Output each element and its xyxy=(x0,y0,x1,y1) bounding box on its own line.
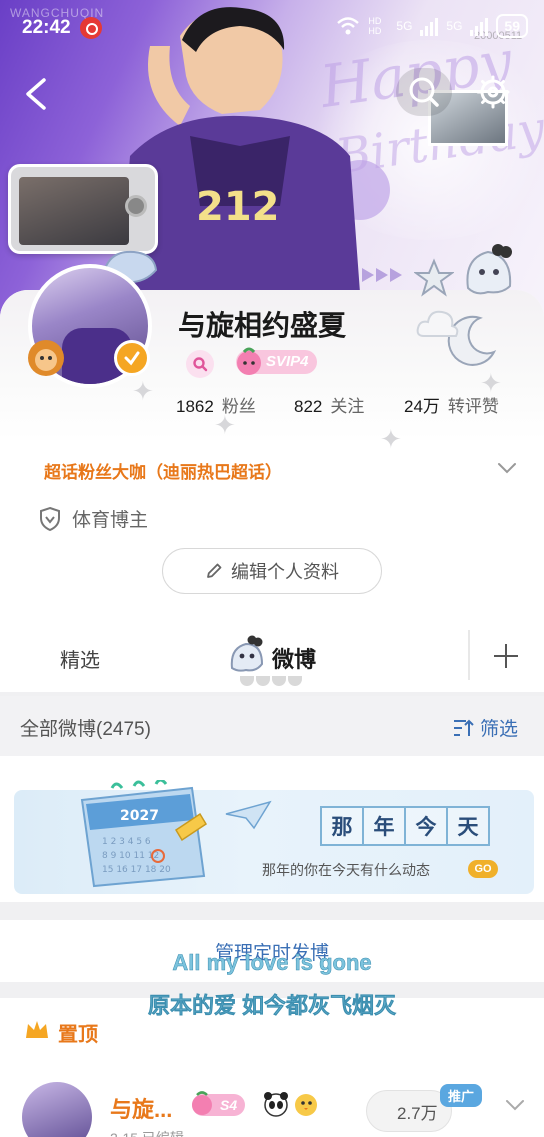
blogger-category: 体育博主 xyxy=(38,505,148,532)
filter-sort-icon xyxy=(454,719,474,736)
promote-tag[interactable]: 推广 xyxy=(440,1084,483,1107)
crown-icon xyxy=(26,1021,48,1038)
svip-fruit-icon xyxy=(192,1091,212,1115)
ghost-sticker-icon xyxy=(466,244,512,295)
back-arrow-icon[interactable] xyxy=(22,76,50,112)
checkmark-icon xyxy=(124,351,140,366)
svg-text:8 9 10 11 12: 8 9 10 11 12 xyxy=(102,851,159,861)
stat-interactions[interactable]: 24万 转评赞 xyxy=(404,392,499,417)
lion-sticker-icon xyxy=(28,340,64,376)
status-time: 22:42 xyxy=(22,17,71,38)
pencil-icon xyxy=(207,563,222,578)
paper-plane-icon xyxy=(225,800,272,830)
jersey-number: 212 xyxy=(196,184,280,230)
filter-button[interactable]: 筛选 xyxy=(452,714,518,741)
search-icon xyxy=(409,77,439,107)
svg-text:15 16 17 18 20: 15 16 17 18 20 xyxy=(102,865,171,875)
stat-followers-label: 粉丝 xyxy=(221,397,256,416)
status-bar: 22:42 HD HD 5G 5G 59 xyxy=(0,0,544,54)
calendar-illustration: 2027 1 2 3 4 5 6 8 9 10 11 12 15 16 17 1… xyxy=(80,780,208,888)
camera-lens xyxy=(125,195,147,217)
post-interaction-count: 2.7万 xyxy=(397,1103,438,1123)
chevron-down-icon[interactable] xyxy=(504,1098,526,1112)
profile-tabs: 精选 微博 xyxy=(0,620,544,692)
stat-interactions-value: 24万 xyxy=(404,397,440,416)
super-topic-title[interactable]: 超话粉丝大咖（迪丽热巴超话） xyxy=(44,458,282,483)
pink-search-badge[interactable] xyxy=(186,350,214,378)
tab-active-indicator xyxy=(240,676,302,686)
svip-fruit-icon xyxy=(237,347,261,375)
sparkle-deco-3: ✦ xyxy=(380,424,402,454)
tab-featured[interactable]: 精选 xyxy=(60,644,100,673)
profile-nickname: 与旋相约盛夏 xyxy=(178,309,347,342)
calendar-year: 2027 xyxy=(120,808,159,824)
post-author-name[interactable]: 与旋... xyxy=(110,1092,172,1124)
arrows-deco-icon xyxy=(362,268,402,282)
weibo-count-label: 全部微博(2475) xyxy=(20,719,151,740)
search-button[interactable] xyxy=(396,68,452,116)
memory-subtitle: 那年的你在今天有什么动态 xyxy=(262,862,430,878)
weibo-filter-bar: 全部微博(2475) 筛选 xyxy=(0,696,544,756)
lyric-subtitle-1: All my love is gone xyxy=(172,950,372,976)
edit-profile-label: 编辑个人资料 xyxy=(231,562,339,582)
cloud-sticker-icon xyxy=(416,310,459,337)
plus-icon[interactable] xyxy=(492,642,520,670)
battery-indicator: 59 xyxy=(496,14,528,38)
pinned-label: 置顶 xyxy=(58,1024,98,1046)
signal-icon-2 xyxy=(470,16,489,36)
network-5g-1: 5G xyxy=(396,19,413,33)
ghost-tab-icon xyxy=(230,635,264,672)
memory-title-char-4: 天 xyxy=(446,806,490,846)
post-timestamp: 2-15 已编辑 xyxy=(110,1128,184,1137)
settings-button[interactable] xyxy=(468,68,518,116)
memory-title-char-3: 今 xyxy=(404,806,448,846)
memory-title-char-2: 年 xyxy=(362,806,406,846)
memory-title: 那 年 今 天 xyxy=(320,806,490,846)
gear-icon xyxy=(476,75,510,109)
section-separator xyxy=(0,902,544,920)
shield-icon xyxy=(40,506,60,531)
edit-profile-button[interactable]: 编辑个人资料 xyxy=(162,548,382,594)
blogger-category-label: 体育博主 xyxy=(72,510,149,531)
verified-badge[interactable] xyxy=(114,340,150,376)
camera-sticker xyxy=(8,164,158,254)
memory-go-button[interactable]: GO xyxy=(468,860,498,878)
memory-title-char-1: 那 xyxy=(320,806,364,846)
lyric-subtitle-2: 原本的爱 如今都灰飞烟灭 xyxy=(147,993,397,1019)
star-sticker-icon xyxy=(414,258,454,297)
hd-badge: HD HD xyxy=(368,16,382,36)
chick-sticker-icon xyxy=(295,1094,317,1116)
tab-weibo[interactable]: 微博 xyxy=(272,642,316,674)
stat-interactions-label: 转评赞 xyxy=(447,397,499,416)
signal-icon-1 xyxy=(420,16,439,36)
camera-screen xyxy=(19,177,129,245)
status-right-icons: HD HD 5G 5G 59 xyxy=(336,14,528,38)
network-5g-2: 5G xyxy=(446,19,463,33)
music-app-icon xyxy=(80,17,102,39)
search-icon xyxy=(193,357,208,372)
sparkle-deco-1: ✦ xyxy=(132,376,154,406)
chevron-down-icon[interactable] xyxy=(496,460,518,476)
stat-following-value: 822 xyxy=(294,397,323,416)
wifi-icon xyxy=(337,17,360,35)
panda-sticker-icon xyxy=(264,1092,288,1117)
svg-text:1 2 3 4 5 6: 1 2 3 4 5 6 xyxy=(102,837,151,847)
filter-label: 筛选 xyxy=(480,719,519,740)
tab-divider xyxy=(468,630,470,680)
stat-following-label: 关注 xyxy=(330,397,365,416)
stat-followers-value: 1862 xyxy=(176,397,214,416)
stat-followers[interactable]: 1862 粉丝 xyxy=(176,392,256,417)
stat-following[interactable]: 822 关注 xyxy=(294,392,364,417)
